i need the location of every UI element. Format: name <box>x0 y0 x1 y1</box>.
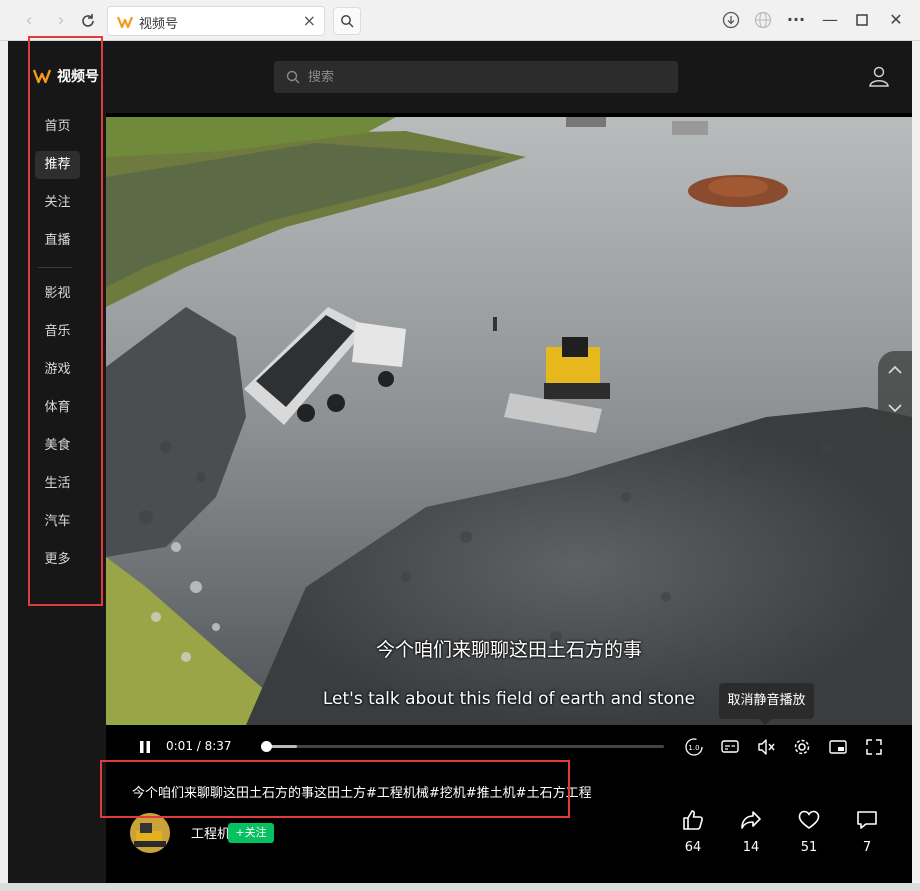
fullscreen-button[interactable] <box>864 737 884 757</box>
browser-search-button[interactable] <box>333 7 361 35</box>
fullscreen-icon <box>866 739 882 755</box>
speed-button[interactable]: 1.0 <box>684 737 704 757</box>
pause-icon[interactable] <box>138 740 152 754</box>
window-bottom-edge <box>0 883 920 891</box>
share-count: 14 <box>742 840 760 855</box>
maximize-button[interactable] <box>851 9 873 31</box>
share-icon <box>741 811 761 829</box>
more-icon: ··· <box>786 10 806 29</box>
subtitle-chinese: 今个咱们来聊聊这田土石方的事 <box>375 639 642 661</box>
maximize-icon <box>856 14 868 26</box>
thumbs-up-icon <box>683 810 703 830</box>
brand-name: 视频号 <box>57 69 99 85</box>
picture-in-picture-icon <box>829 740 847 754</box>
speed-icon: 1.0 <box>685 738 703 756</box>
sidebar-item-cars[interactable]: 汽车 <box>35 508 80 536</box>
sidebar-item-home[interactable]: 首页 <box>35 113 80 141</box>
sidebar-item-recommend[interactable]: 推荐 <box>35 151 80 179</box>
more-button[interactable]: ··· <box>785 9 807 31</box>
sidebar-item-food[interactable]: 美食 <box>35 432 80 460</box>
sidebar-item-sports[interactable]: 体育 <box>35 394 80 422</box>
close-icon: ✕ <box>889 10 903 29</box>
player-controls: 0:01 / 8:37 1.0 <box>106 725 912 769</box>
favorite-count: 51 <box>800 840 818 855</box>
user-icon <box>869 66 889 87</box>
chevron-up-icon[interactable] <box>888 365 902 375</box>
forward-button[interactable]: › <box>50 10 72 32</box>
minimize-button[interactable]: — <box>819 9 841 31</box>
video-player[interactable]: 今个咱们来聊聊这田土石方的事 Let's talk about this fie… <box>106 117 912 725</box>
comment-button[interactable]: 7 <box>847 808 887 855</box>
sidebar-item-live[interactable]: 直播 <box>35 227 80 255</box>
search-icon <box>286 70 300 84</box>
muted-speaker-icon <box>758 739 775 755</box>
globe-icon <box>754 11 772 29</box>
sidebar-divider <box>38 267 72 268</box>
close-window-button[interactable]: ✕ <box>885 9 907 31</box>
gear-icon <box>794 739 810 755</box>
brand[interactable]: 视频号 <box>33 65 99 87</box>
search-icon <box>341 15 354 28</box>
user-profile-button[interactable] <box>868 65 890 87</box>
browser-tab[interactable]: 视频号 × <box>107 6 325 36</box>
comment-count: 7 <box>862 840 872 855</box>
sidebar-item-life[interactable]: 生活 <box>35 470 80 498</box>
search-box[interactable] <box>274 61 678 93</box>
download-icon <box>722 11 740 29</box>
browser-toolbar: ‹ › 视频号 × ··· — ✕ <box>0 0 920 41</box>
favorite-button[interactable]: 51 <box>789 808 829 855</box>
download-button[interactable] <box>720 9 742 31</box>
pip-button[interactable] <box>828 737 848 757</box>
sidebar-item-games[interactable]: 游戏 <box>35 356 80 384</box>
video-frame-image <box>106 117 912 725</box>
tab-title: 视频号 <box>139 17 179 32</box>
reload-button[interactable] <box>77 10 99 32</box>
globe-button[interactable] <box>752 9 774 31</box>
heart-icon <box>798 810 820 829</box>
time-display: 0:01 / 8:37 <box>166 739 232 753</box>
follow-button[interactable]: +关注 <box>228 823 274 843</box>
mute-tooltip: 取消静音播放 <box>719 683 814 725</box>
search-input[interactable] <box>308 69 648 85</box>
subtitle-button[interactable] <box>720 737 740 757</box>
channels-logo-icon <box>33 69 51 84</box>
like-button[interactable]: 64 <box>673 808 713 855</box>
chevron-down-icon[interactable] <box>888 403 902 413</box>
top-bar <box>106 41 912 113</box>
sidebar: 视频号 首页 推荐 关注 直播 影视 音乐 游戏 体育 美食 生活 汽车 更多 <box>8 41 106 883</box>
background-window-strip <box>0 41 8 891</box>
subtitle-icon <box>721 740 739 753</box>
like-count: 64 <box>684 840 702 855</box>
avatar-image <box>130 813 170 853</box>
channels-app: 视频号 首页 推荐 关注 直播 影视 音乐 游戏 体育 美食 生活 汽车 更多 <box>8 41 912 883</box>
back-button[interactable]: ‹ <box>18 10 40 32</box>
settings-button[interactable] <box>792 737 812 757</box>
author-avatar[interactable] <box>130 813 170 853</box>
progress-bar[interactable] <box>261 741 664 752</box>
video-nav-pill <box>878 351 912 429</box>
channels-logo-icon <box>117 16 133 29</box>
sidebar-item-following[interactable]: 关注 <box>35 189 80 217</box>
progress-knob[interactable] <box>261 741 272 752</box>
sidebar-item-film[interactable]: 影视 <box>35 280 80 308</box>
comment-icon <box>857 811 877 829</box>
video-description: 今个咱们来聊聊这田土石方的事这田土方#工程机械#挖机#推土机#土石方工程 <box>132 786 592 801</box>
mute-button[interactable] <box>756 737 776 757</box>
speed-label: 1.0 <box>688 744 699 752</box>
share-button[interactable]: 14 <box>731 808 771 855</box>
reload-icon <box>82 14 94 27</box>
window-right-edge <box>912 41 920 891</box>
minimize-icon: — <box>822 10 838 29</box>
sidebar-item-music[interactable]: 音乐 <box>35 318 80 346</box>
sidebar-item-more[interactable]: 更多 <box>35 546 80 574</box>
close-tab-icon[interactable]: × <box>303 11 316 30</box>
